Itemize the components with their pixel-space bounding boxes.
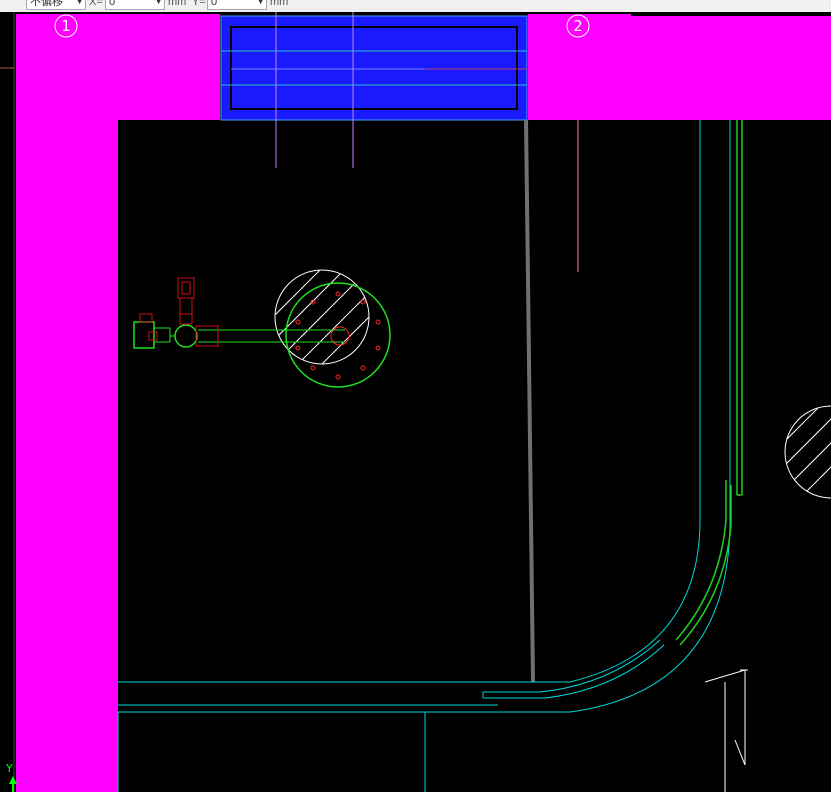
y-offset-label: Y= xyxy=(192,0,206,8)
beam-block[interactable] xyxy=(220,15,528,121)
toolbar: 不偏移 ▼ X= 0 ▼ mm Y= 0 ▼ mm xyxy=(0,0,831,12)
x-offset-value: 0 xyxy=(109,0,116,8)
axis-marker-1-label: 1 xyxy=(61,17,71,35)
y-offset-value: 0 xyxy=(211,0,218,8)
chevron-down-icon[interactable]: ▼ xyxy=(155,0,162,9)
ucs-y-label: Y xyxy=(6,762,13,775)
x-offset-unit: mm xyxy=(168,0,187,8)
chevron-down-icon[interactable]: ▼ xyxy=(257,0,264,9)
x-offset-label: X= xyxy=(89,0,103,8)
x-offset-input[interactable]: 0 ▼ xyxy=(105,0,165,10)
y-offset-unit: mm xyxy=(270,0,289,8)
drawing-canvas[interactable] xyxy=(0,0,831,792)
offset-mode-value: 不偏移 xyxy=(30,0,63,8)
axis-marker-2-label: 2 xyxy=(573,17,583,35)
chevron-down-icon[interactable]: ▼ xyxy=(76,0,83,9)
offset-mode-select[interactable]: 不偏移 ▼ xyxy=(26,0,86,10)
y-offset-input[interactable]: 0 ▼ xyxy=(207,0,267,10)
